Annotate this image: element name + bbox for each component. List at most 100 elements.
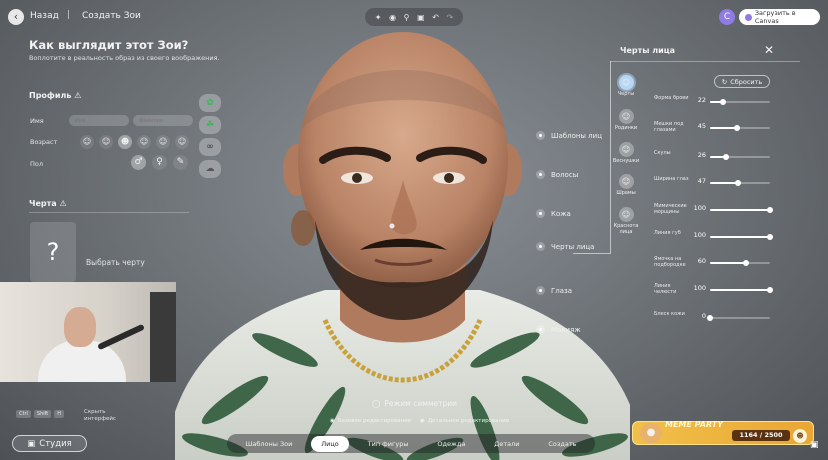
slider-handle[interactable]: [734, 124, 740, 131]
sex-label: Пол: [30, 160, 44, 168]
slider-handle[interactable]: [743, 259, 749, 266]
character-avatar[interactable]: [175, 20, 630, 460]
webcam-overlay: [0, 282, 176, 382]
key-shift: Shift: [33, 410, 52, 418]
female-icon[interactable]: ♀: [152, 155, 167, 170]
tab-details[interactable]: Детали: [484, 436, 529, 452]
webcam-chair: [150, 292, 176, 382]
slider-value: 100: [693, 204, 706, 212]
studio-icon: ▣: [27, 438, 36, 449]
slider-label: Линия губ: [654, 230, 681, 236]
feature-moles[interactable]: ☺ Родинки: [612, 109, 640, 131]
slider-track[interactable]: [710, 153, 770, 160]
trait-divider: [29, 212, 189, 213]
age-label: Возраст: [30, 138, 58, 146]
tab-clothing[interactable]: Одежда: [427, 436, 475, 452]
feature-traits[interactable]: ☺ Черты: [612, 75, 640, 97]
slider-track[interactable]: [710, 98, 770, 105]
nose-marker: [389, 223, 395, 229]
doge-icon: ●: [640, 423, 662, 443]
age-baby-icon[interactable]: ☺: [80, 135, 94, 149]
trait-card[interactable]: ?: [30, 222, 76, 282]
redness-icon: ☺: [618, 207, 634, 222]
category-facial-features[interactable]: Черты лица: [536, 242, 594, 251]
slider-handle[interactable]: [722, 153, 729, 160]
slider-label: Скулы: [654, 150, 671, 156]
slider-label: Ямочка на подбородке: [654, 256, 686, 268]
feature-redness[interactable]: ☺ Краснота лица: [612, 207, 640, 235]
age-senior-icon[interactable]: ☺: [156, 135, 170, 149]
cheek-mark: [291, 210, 315, 246]
category-eyes[interactable]: Глаза: [536, 286, 572, 295]
slider-track[interactable]: [710, 179, 770, 186]
tab-body-type[interactable]: Тип фигуры: [358, 436, 419, 452]
scar-icon: ☺: [618, 174, 634, 189]
age-child-icon[interactable]: ☺: [99, 135, 113, 149]
arrow-left-icon: ‹: [13, 10, 19, 23]
category-dot-icon: [536, 286, 545, 295]
feature-label: Черты: [617, 91, 635, 97]
studio-button[interactable]: ▣ Студия: [12, 435, 87, 452]
slider-handle[interactable]: [767, 286, 773, 293]
slider-track[interactable]: [710, 206, 773, 213]
feature-label: Шрамы: [616, 190, 636, 196]
reset-button[interactable]: ↻ Сбросить: [714, 75, 770, 88]
age-mature-icon[interactable]: ☺: [137, 135, 151, 149]
slider-handle[interactable]: [720, 98, 727, 105]
slider-track[interactable]: [710, 124, 770, 131]
detail-edit-option[interactable]: ◉ Детальное редактирование: [420, 418, 509, 424]
profile-title-text: Профиль: [29, 91, 72, 100]
slider-handle[interactable]: [767, 233, 773, 240]
slider-fill: [710, 182, 739, 184]
slider-track[interactable]: [707, 314, 770, 321]
slider-track[interactable]: [710, 259, 770, 266]
slider-track[interactable]: [710, 233, 773, 240]
male-icon[interactable]: ♂: [131, 155, 146, 170]
detail-edit-label: Детальное редактирование: [427, 418, 510, 424]
category-dot-icon: [536, 209, 545, 218]
meme-party-counter: 1164 / 2500: [732, 430, 790, 441]
symmetry-label: Режим симметрии: [384, 399, 458, 408]
age-adult-icon[interactable]: ☻: [118, 135, 132, 149]
category-label: Кожа: [551, 209, 571, 218]
slider-handle[interactable]: [767, 206, 773, 213]
category-hair[interactable]: Волосы: [536, 170, 578, 179]
canva-avatar[interactable]: C: [719, 9, 735, 25]
slider-fill: [710, 127, 737, 129]
slider-handle[interactable]: [707, 314, 713, 321]
slider-label: Блеск кожи: [654, 311, 685, 317]
reset-label: Сбросить: [730, 77, 763, 86]
slider-track[interactable]: [710, 286, 773, 293]
name-input[interactable]: [69, 115, 129, 126]
category-dot-icon: [536, 325, 545, 334]
slider-label: Мешки под глазами: [654, 121, 684, 133]
tab-face[interactable]: Лицо: [311, 435, 349, 452]
symmetry-toggle[interactable]: ◯ Режим симметрии: [372, 399, 457, 408]
warning-icon: ⚠: [59, 199, 67, 208]
slider-fill: [710, 289, 770, 291]
close-icon[interactable]: ✕: [764, 43, 774, 57]
category-dot-icon: [536, 242, 545, 251]
cat-icon: ☻: [793, 429, 807, 443]
panel-connector: [610, 61, 611, 254]
back-label[interactable]: Назад: [30, 11, 59, 21]
category-face-templates[interactable]: Шаблоны лиц: [536, 131, 602, 140]
tab-create[interactable]: Создать: [538, 436, 586, 452]
slider-value: 47: [697, 177, 706, 185]
upload-canvas-button[interactable]: Загрузить в Canvas: [739, 9, 820, 25]
pick-trait-label[interactable]: Выбрать черту: [86, 258, 145, 267]
freckles-icon: ☺: [618, 142, 634, 157]
tab-zoi-templates[interactable]: Шаблоны Зои: [235, 436, 302, 452]
feature-scars[interactable]: ☺ Шрамы: [612, 174, 640, 196]
trait-section-title: Черта ⚠: [29, 199, 67, 208]
base-edit-option[interactable]: ◉ Базовое редактирование: [330, 418, 411, 424]
feature-freckles[interactable]: ☺ Веснушки: [612, 142, 640, 164]
slider-label: Мимические морщины: [654, 203, 687, 215]
category-dot-icon: [536, 170, 545, 179]
category-skin[interactable]: Кожа: [536, 209, 571, 218]
slider-handle[interactable]: [735, 179, 742, 186]
back-button[interactable]: ‹: [8, 9, 24, 25]
category-makeup[interactable]: Макияж: [536, 325, 581, 334]
chat-icon[interactable]: ▣: [810, 440, 819, 450]
feature-label: Родинки: [614, 125, 638, 131]
